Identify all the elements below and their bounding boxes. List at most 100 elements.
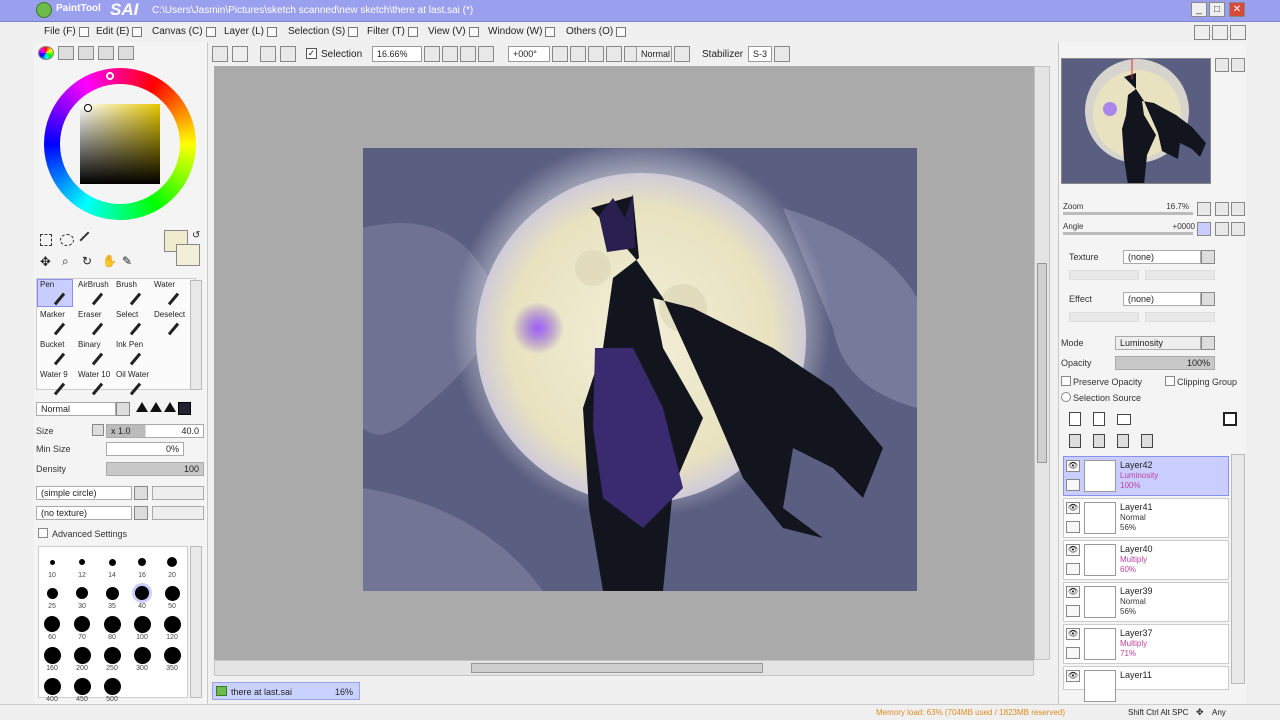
layer-mode-dropdown-icon[interactable]	[1201, 336, 1215, 350]
layer-mode-select[interactable]: Luminosity	[1115, 336, 1201, 350]
layer-row[interactable]: 👁 Layer42 Luminosity 100%	[1063, 456, 1229, 496]
visibility-eye-icon[interactable]: 👁	[1066, 502, 1080, 514]
menu-view[interactable]: View (V)	[428, 26, 479, 37]
clear-layer-icon[interactable]	[1117, 434, 1129, 448]
brush-size-preset[interactable]	[44, 616, 60, 632]
brush-size-preset[interactable]	[103, 646, 121, 664]
tool-empty-15[interactable]	[152, 370, 188, 398]
brush-size-preset[interactable]	[105, 586, 119, 600]
size-slider[interactable]: x 1.0 40.0	[106, 424, 204, 438]
color-wheel-tab-icon[interactable]	[38, 46, 54, 60]
tool-brush[interactable]: Brush	[114, 280, 150, 308]
angle-field[interactable]: +000°	[508, 46, 550, 62]
rotate-reset-button[interactable]	[606, 46, 622, 62]
brush-size-preset[interactable]	[103, 677, 121, 695]
tool-marker[interactable]: Marker	[38, 310, 74, 338]
tool-water-10[interactable]: Water 10	[76, 370, 112, 398]
undo-button[interactable]	[212, 46, 228, 62]
redo-button[interactable]	[232, 46, 248, 62]
brush-texture-strength[interactable]	[152, 506, 204, 520]
brush-size-preset[interactable]	[138, 558, 146, 566]
secondary-color-swatch[interactable]	[176, 244, 200, 266]
artwork-canvas[interactable]	[363, 148, 917, 591]
density-slider[interactable]: 100	[106, 462, 204, 476]
eyedropper-icon[interactable]: ✎	[122, 254, 132, 268]
menu-file[interactable]: File (F)	[44, 26, 89, 37]
brush-size-preset[interactable]	[46, 587, 58, 599]
nav-zoom-out-button[interactable]	[1215, 58, 1229, 72]
zoom-dropdown-button[interactable]	[424, 46, 440, 62]
invert-selection-button[interactable]	[280, 46, 296, 62]
effect-select[interactable]: (none)	[1123, 292, 1201, 306]
menu-selection[interactable]: Selection (S)	[288, 26, 359, 37]
nav-angle-slider[interactable]	[1063, 232, 1193, 235]
effect-strength-field[interactable]	[1145, 312, 1215, 322]
nav-zoom-plus-button[interactable]	[1215, 202, 1229, 216]
effect-width-field[interactable]	[1069, 312, 1139, 322]
tool-grid-scrollbar[interactable]	[190, 280, 202, 390]
doc-restore-button[interactable]	[1212, 25, 1228, 40]
layer-lock-icon[interactable]	[1066, 563, 1080, 575]
visibility-eye-icon[interactable]: 👁	[1066, 586, 1080, 598]
nav-rotate-left-button[interactable]	[1215, 222, 1229, 236]
brush-size-scrollbar[interactable]	[190, 546, 202, 698]
nav-zoom-fit-button[interactable]	[1231, 202, 1245, 216]
brush-size-preset[interactable]	[43, 646, 61, 664]
nav-rotate-right-button[interactable]	[1231, 222, 1245, 236]
zoom-out-button[interactable]	[442, 46, 458, 62]
delete-layer-icon[interactable]	[1141, 434, 1153, 448]
brush-size-preset[interactable]	[76, 587, 88, 599]
brush-size-preset[interactable]	[164, 585, 180, 601]
menu-others[interactable]: Others (O)	[566, 26, 627, 37]
layer-opacity-slider[interactable]: 100%	[1115, 356, 1215, 370]
tool-water[interactable]: Water	[152, 280, 188, 308]
brush-size-preset[interactable]	[163, 615, 181, 633]
tip-square-icon[interactable]	[178, 402, 191, 415]
menu-window[interactable]: Window (W)	[488, 26, 556, 37]
view-mode-field[interactable]: Normal	[636, 46, 672, 62]
brush-size-preset[interactable]	[103, 615, 121, 633]
stabilizer-dropdown-button[interactable]	[774, 46, 790, 62]
new-folder-icon[interactable]	[1117, 414, 1131, 425]
brush-size-preset[interactable]	[74, 616, 90, 632]
document-tab[interactable]: there at last.sai 16%	[212, 682, 360, 700]
nav-zoom-slider[interactable]	[1063, 212, 1193, 215]
palette-tab-icon[interactable]	[98, 46, 114, 60]
brush-size-preset[interactable]	[163, 646, 181, 664]
brush-size-preset[interactable]	[73, 677, 91, 695]
brush-size-preset[interactable]	[108, 558, 116, 566]
vertical-scroll-thumb[interactable]	[1037, 263, 1047, 463]
texture-scale-field[interactable]	[1069, 270, 1139, 280]
selection-checkbox[interactable]: ✓	[306, 48, 317, 59]
selection-source-checkbox[interactable]	[1061, 392, 1071, 402]
tool-ink-pen[interactable]: Ink Pen	[114, 340, 150, 368]
sv-square[interactable]	[80, 104, 160, 184]
move-icon[interactable]: ✥	[40, 254, 51, 270]
tool-empty-11[interactable]	[152, 340, 188, 368]
blend-mode-select[interactable]: Normal	[36, 402, 116, 416]
layer-lock-icon[interactable]	[1066, 647, 1080, 659]
brush-texture-dropdown-icon[interactable]	[134, 506, 148, 520]
rotate-left-button[interactable]	[570, 46, 586, 62]
tip-flat-icon[interactable]	[164, 402, 176, 412]
texture-dropdown-icon[interactable]	[1201, 250, 1215, 264]
minimize-button[interactable]: _	[1191, 2, 1207, 17]
navigator-preview[interactable]	[1061, 58, 1211, 184]
menu-layer[interactable]: Layer (L)	[224, 26, 278, 37]
layer-list-scrollbar[interactable]	[1231, 454, 1245, 684]
tool-bucket[interactable]: Bucket	[38, 340, 74, 368]
merge-down-icon[interactable]	[1093, 434, 1105, 448]
brush-size-preset[interactable]	[167, 557, 177, 567]
preserve-opacity-checkbox[interactable]	[1061, 376, 1071, 386]
doc-minimize-button[interactable]	[1194, 25, 1210, 40]
brush-size-preset[interactable]	[43, 677, 61, 695]
brush-size-preset[interactable]	[133, 615, 151, 633]
tool-oil-water[interactable]: Oil Water	[114, 370, 150, 398]
tool-water-9[interactable]: Water 9	[38, 370, 74, 398]
zoom-field[interactable]: 16.66%	[372, 46, 422, 62]
canvas-horizontal-scrollbar[interactable]	[214, 660, 1034, 676]
maximize-button[interactable]: □	[1209, 2, 1225, 17]
tip-mound-icon[interactable]	[150, 402, 162, 412]
menu-edit[interactable]: Edit (E)	[96, 26, 143, 37]
advanced-settings-checkbox[interactable]	[38, 528, 48, 538]
